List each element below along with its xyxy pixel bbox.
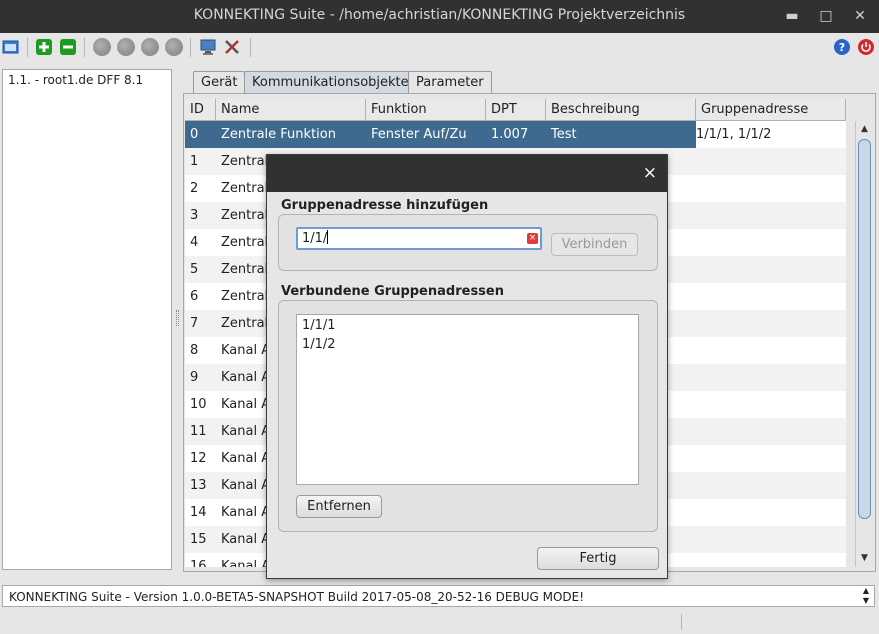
remove-button[interactable]: Entfernen bbox=[296, 495, 382, 518]
add-group-address-title: Gruppenadresse hinzufügen bbox=[281, 198, 489, 213]
group-address-input-value: 1/1/ bbox=[302, 231, 328, 246]
connected-group-addresses-title: Verbundene Gruppenadressen bbox=[281, 284, 504, 299]
column-header-id[interactable]: ID bbox=[185, 99, 216, 121]
toolbar: ? bbox=[0, 33, 879, 62]
add-group-address-panel: 1/1/ × Verbinden bbox=[278, 214, 658, 271]
monitor-icon[interactable] bbox=[199, 38, 217, 56]
cell-id: 5 bbox=[190, 262, 199, 277]
connect-button[interactable]: Verbinden bbox=[551, 233, 638, 256]
disabled-action-icon[interactable] bbox=[117, 38, 135, 56]
scroll-up-icon[interactable]: ▲ bbox=[856, 122, 873, 136]
cell-id: 3 bbox=[190, 208, 199, 223]
cell-id: 10 bbox=[190, 397, 207, 412]
tab-kommunikationsobjekte[interactable]: Kommunikationsobjekte bbox=[244, 71, 417, 94]
table-header: ID Name Funktion DPT Beschreibung Gruppe… bbox=[185, 99, 846, 121]
cell-funktion: Fenster Auf/Zu bbox=[366, 121, 486, 148]
text-caret bbox=[327, 230, 329, 244]
cell-id: 15 bbox=[190, 532, 207, 547]
cell-id: 9 bbox=[190, 370, 199, 385]
toolbar-separator bbox=[27, 38, 28, 57]
scroll-down-icon[interactable]: ▼ bbox=[856, 551, 873, 565]
disabled-action-icon[interactable] bbox=[141, 38, 159, 56]
cell-id: 4 bbox=[190, 235, 199, 250]
status-console: KONNEKTING Suite - Version 1.0.0-BETA5-S… bbox=[2, 585, 875, 607]
minimize-button[interactable]: ▬ bbox=[783, 6, 801, 26]
tools-icon[interactable] bbox=[223, 38, 241, 56]
table-scrollbar[interactable]: ▲ ▼ bbox=[855, 121, 873, 567]
table-row[interactable]: 0 Zentrale Funktion Fenster Auf/Zu 1.007… bbox=[185, 121, 846, 148]
column-header-funktion[interactable]: Funktion bbox=[366, 99, 486, 121]
bottom-bar bbox=[0, 610, 879, 634]
close-window-button[interactable]: ✕ bbox=[851, 6, 869, 26]
power-icon[interactable] bbox=[857, 38, 875, 56]
cell-id: 8 bbox=[190, 343, 199, 358]
column-header-beschreibung[interactable]: Beschreibung bbox=[546, 99, 696, 121]
list-item[interactable]: 1/1/2 bbox=[302, 337, 336, 352]
dialog-header: × bbox=[267, 155, 667, 192]
add-group-address-dialog: × Gruppenadresse hinzufügen 1/1/ × Verbi… bbox=[266, 154, 668, 579]
disabled-action-icon[interactable] bbox=[93, 38, 111, 56]
open-project-icon[interactable] bbox=[2, 38, 20, 56]
cell-id: 0 bbox=[185, 121, 216, 148]
remove-icon[interactable] bbox=[59, 38, 77, 56]
cell-id: 16 bbox=[190, 559, 207, 567]
svg-text:?: ? bbox=[839, 41, 845, 54]
cell-beschreibung: Test bbox=[546, 121, 696, 148]
scrollbar-thumb[interactable] bbox=[858, 139, 871, 519]
cell-name: Zentrale Funktion bbox=[216, 121, 366, 148]
tab-geraet[interactable]: Gerät bbox=[193, 71, 246, 94]
group-address-input[interactable]: 1/1/ × bbox=[296, 227, 542, 250]
connected-group-address-list[interactable]: 1/1/1 1/1/2 bbox=[296, 314, 639, 485]
error-icon: × bbox=[527, 233, 538, 244]
done-button[interactable]: Fertig bbox=[537, 547, 659, 570]
cell-id: 1 bbox=[190, 154, 199, 169]
disabled-action-icon[interactable] bbox=[165, 38, 183, 56]
column-header-gruppenadresse[interactable]: Gruppenadresse bbox=[696, 99, 846, 121]
status-message: KONNEKTING Suite - Version 1.0.0-BETA5-S… bbox=[9, 590, 585, 604]
cell-id: 2 bbox=[190, 181, 199, 196]
help-icon[interactable]: ? bbox=[833, 38, 851, 56]
connected-group-addresses-panel: 1/1/1 1/1/2 Entfernen bbox=[278, 300, 658, 532]
cell-dpt: 1.007 bbox=[486, 121, 546, 148]
column-header-name[interactable]: Name bbox=[216, 99, 366, 121]
column-header-dpt[interactable]: DPT bbox=[486, 99, 546, 121]
toolbar-separator bbox=[190, 38, 191, 57]
cell-id: 11 bbox=[190, 424, 207, 439]
cell-id: 14 bbox=[190, 505, 207, 520]
cell-id: 12 bbox=[190, 451, 207, 466]
dialog-close-button[interactable]: × bbox=[643, 164, 657, 182]
bottom-bar-divider bbox=[681, 614, 682, 630]
cell-id: 6 bbox=[190, 289, 199, 304]
cell-gruppenadresse: 1/1/1, 1/1/2 bbox=[696, 127, 772, 142]
cell-id: 7 bbox=[190, 316, 199, 331]
toolbar-separator bbox=[250, 38, 251, 57]
split-pane-handle[interactable] bbox=[176, 310, 179, 326]
maximize-button[interactable]: □ bbox=[817, 6, 835, 26]
cell-id: 13 bbox=[190, 478, 207, 493]
tab-parameter[interactable]: Parameter bbox=[408, 71, 492, 94]
status-scroll-arrows-icon[interactable]: ▲ ▼ bbox=[858, 586, 874, 606]
toolbar-separator bbox=[84, 38, 85, 57]
window-title: KONNEKTING Suite - /home/achristian/KONN… bbox=[193, 7, 686, 23]
list-item[interactable]: 1/1/1 bbox=[302, 318, 336, 333]
tree-node-device[interactable]: 1.1. - root1.de DFF 8.1 bbox=[8, 73, 143, 87]
window-titlebar: KONNEKTING Suite - /home/achristian/KONN… bbox=[0, 0, 879, 33]
add-icon[interactable] bbox=[35, 38, 53, 56]
device-tree[interactable]: 1.1. - root1.de DFF 8.1 bbox=[2, 69, 172, 570]
